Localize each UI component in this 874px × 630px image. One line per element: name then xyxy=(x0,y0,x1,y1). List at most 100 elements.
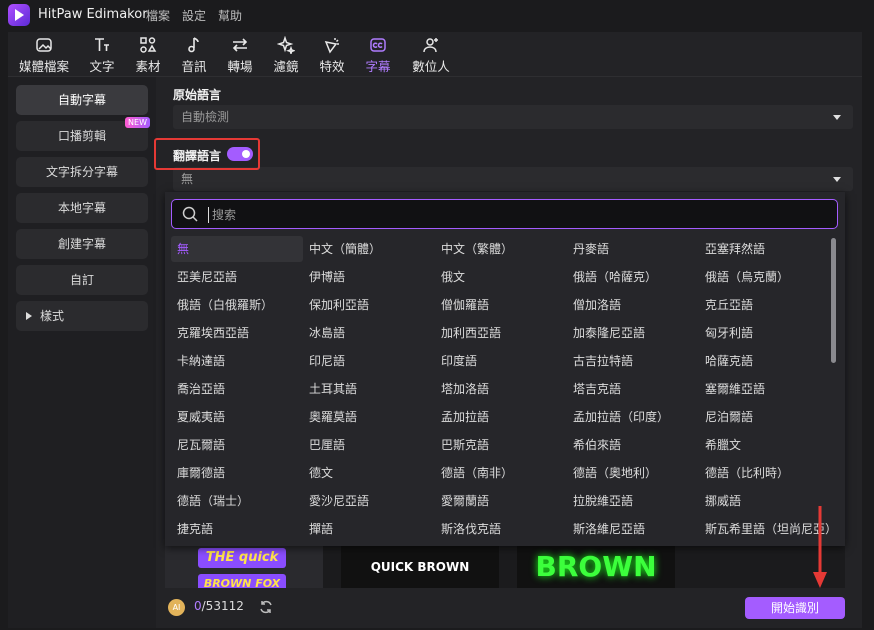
language-option[interactable]: 喬治亞語 xyxy=(171,376,303,402)
language-option[interactable]: 印度語 xyxy=(435,348,567,374)
transition-icon xyxy=(232,38,248,52)
language-option[interactable]: 德語（奧地利） xyxy=(567,460,699,486)
language-option[interactable]: 德語（比利時） xyxy=(699,460,831,486)
sidebar-item-custom[interactable]: 自訂 xyxy=(16,265,148,295)
subtitle-style-previews: THE quick BROWN FOX QUICK BROWN BROWN xyxy=(165,546,845,588)
language-option[interactable]: 希臘文 xyxy=(699,432,831,458)
tab-digital-human[interactable]: 數位人 xyxy=(410,36,452,75)
app-logo-icon xyxy=(8,4,30,26)
filter-icon xyxy=(277,36,295,54)
language-option[interactable]: 塔吉克語 xyxy=(567,376,699,402)
annotation-arrow-icon xyxy=(813,506,827,588)
original-language-label: 原始語言 xyxy=(173,88,222,102)
language-option[interactable]: 僧伽羅語 xyxy=(435,292,567,318)
language-option[interactable]: 加利西亞語 xyxy=(435,320,567,346)
chevron-down-icon xyxy=(833,177,841,182)
language-option[interactable]: 愛沙尼亞語 xyxy=(303,488,435,514)
language-option[interactable]: 巴厘語 xyxy=(303,432,435,458)
language-option[interactable]: 亞塞拜然語 xyxy=(699,236,831,262)
language-option[interactable]: 斯洛維尼亞語 xyxy=(567,516,699,542)
sidebar-item-style[interactable]: 樣式 xyxy=(16,301,148,331)
scrollbar[interactable] xyxy=(831,238,836,363)
start-recognition-button[interactable]: 開始識別 xyxy=(745,597,845,619)
language-option[interactable]: 俄文 xyxy=(435,264,567,290)
language-option[interactable]: 尼泊爾語 xyxy=(699,404,831,430)
toolbar: 媒體檔案 文字 素材 音訊 轉場 濾鏡 特效 字幕 數位人 xyxy=(8,32,862,79)
language-option[interactable]: 克丘亞語 xyxy=(699,292,831,318)
tab-text[interactable]: 文字 xyxy=(88,36,116,75)
language-option[interactable]: 夏威夷語 xyxy=(171,404,303,430)
language-option[interactable]: 德文 xyxy=(303,460,435,486)
tab-audio[interactable]: 音訊 xyxy=(180,36,208,75)
language-option[interactable]: 俄語（烏克蘭） xyxy=(699,264,831,290)
assets-icon xyxy=(140,37,157,53)
language-option[interactable]: 孟加拉語 xyxy=(435,404,567,430)
language-option[interactable]: 拉脫維亞語 xyxy=(567,488,699,514)
sidebar-item-local-subtitle[interactable]: 本地字幕 xyxy=(16,193,148,223)
language-option[interactable]: 中文（繁體） xyxy=(435,236,567,262)
tab-assets[interactable]: 素材 xyxy=(134,36,162,75)
tab-subtitle[interactable]: 字幕 xyxy=(364,36,392,79)
language-option[interactable]: 印尼語 xyxy=(303,348,435,374)
text-cursor xyxy=(208,207,209,223)
language-option[interactable]: 亞美尼亞語 xyxy=(171,264,303,290)
translate-language-select[interactable]: 無 xyxy=(173,167,853,191)
language-option[interactable]: 德語（瑞士） xyxy=(171,488,303,514)
media-icon xyxy=(36,38,52,52)
app-title: HitPaw Edimakor xyxy=(38,7,148,22)
language-option[interactable]: 巴斯克語 xyxy=(435,432,567,458)
sidebar-item-speech-edit[interactable]: 口播剪輯 NEW xyxy=(16,117,150,151)
title-bar: HitPaw Edimakor 檔案 設定 幫助 xyxy=(0,0,874,30)
language-option[interactable]: 克羅埃西亞語 xyxy=(171,320,303,346)
language-option[interactable]: 撣語 xyxy=(303,516,435,542)
sidebar-item-text-split[interactable]: 文字拆分字幕 xyxy=(16,157,148,187)
refresh-icon[interactable] xyxy=(258,599,274,615)
language-option[interactable]: 捷克語 xyxy=(171,516,303,542)
menu-help[interactable]: 幫助 xyxy=(218,7,242,24)
language-option[interactable]: 伊博語 xyxy=(303,264,435,290)
language-option[interactable]: 愛爾蘭語 xyxy=(435,488,567,514)
language-option[interactable]: 中文（簡體） xyxy=(303,236,435,262)
style-thumb-1[interactable]: THE quick BROWN FOX xyxy=(165,546,323,588)
sidebar: 自動字幕 口播剪輯 NEW 文字拆分字幕 本地字幕 創建字幕 自訂 樣式 xyxy=(8,77,156,628)
language-option[interactable]: 俄語（白俄羅斯） xyxy=(171,292,303,318)
language-option[interactable]: 丹麥語 xyxy=(567,236,699,262)
sidebar-item-auto-subtitle[interactable]: 自動字幕 xyxy=(16,85,148,115)
language-option[interactable]: 尼瓦爾語 xyxy=(171,432,303,458)
language-option[interactable]: 斯洛伐克語 xyxy=(435,516,567,542)
language-option[interactable]: 無 xyxy=(171,236,303,262)
language-option[interactable]: 德語（南非） xyxy=(435,460,567,486)
tab-transition[interactable]: 轉場 xyxy=(226,36,254,75)
language-option[interactable]: 加泰隆尼亞語 xyxy=(567,320,699,346)
language-option[interactable]: 僧加洛語 xyxy=(567,292,699,318)
language-dropdown: 無中文（簡體）中文（繁體）丹麥語亞塞拜然語亞美尼亞語伊博語俄文俄語（哈薩克）俄語… xyxy=(165,192,845,546)
language-option[interactable]: 保加利亞語 xyxy=(303,292,435,318)
language-option[interactable]: 孟加拉語（印度） xyxy=(567,404,699,430)
search-box[interactable] xyxy=(171,199,838,229)
tab-effects[interactable]: 特效 xyxy=(318,36,346,75)
tab-media[interactable]: 媒體檔案 xyxy=(16,36,72,75)
search-input[interactable] xyxy=(210,204,814,226)
credit-counter: 0/53112 xyxy=(194,599,244,613)
tab-filter[interactable]: 濾鏡 xyxy=(272,36,300,75)
menu-settings[interactable]: 設定 xyxy=(182,7,206,24)
language-option[interactable]: 卡納達語 xyxy=(171,348,303,374)
style-thumb-2[interactable]: QUICK BROWN xyxy=(341,546,499,588)
style-thumb-3[interactable]: BROWN xyxy=(517,546,675,588)
language-option[interactable]: 土耳其語 xyxy=(303,376,435,402)
chevron-down-icon xyxy=(833,115,841,120)
language-option[interactable]: 哈薩克語 xyxy=(699,348,831,374)
language-option[interactable]: 希伯來語 xyxy=(567,432,699,458)
language-option[interactable]: 俄語（哈薩克） xyxy=(567,264,699,290)
language-option[interactable]: 奧羅莫語 xyxy=(303,404,435,430)
menu-file[interactable]: 檔案 xyxy=(146,7,170,24)
language-option[interactable]: 塔加洛語 xyxy=(435,376,567,402)
language-option[interactable]: 庫爾德語 xyxy=(171,460,303,486)
original-language-select[interactable]: 自動檢測 xyxy=(173,105,853,129)
language-option[interactable]: 古吉拉特語 xyxy=(567,348,699,374)
language-option[interactable]: 冰島語 xyxy=(303,320,435,346)
search-icon xyxy=(182,206,198,222)
language-option[interactable]: 匈牙利語 xyxy=(699,320,831,346)
language-option[interactable]: 塞爾維亞語 xyxy=(699,376,831,402)
sidebar-item-create-subtitle[interactable]: 創建字幕 xyxy=(16,229,148,259)
